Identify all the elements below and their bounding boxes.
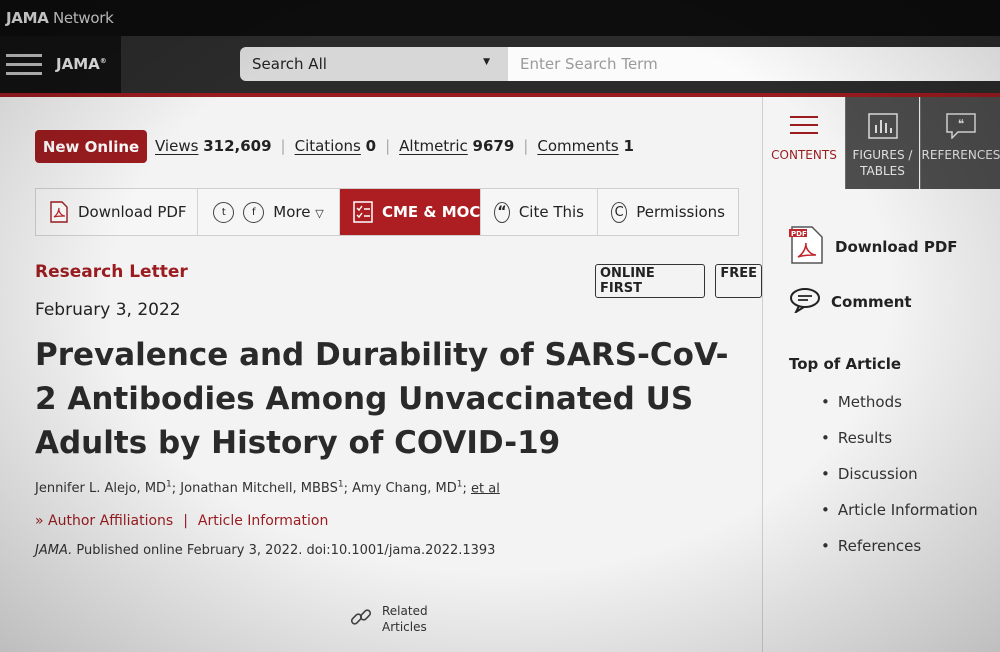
et-al-link[interactable]: et al [471,481,500,496]
quote-icon: “ [494,201,510,223]
author-link[interactable]: Jennifer L. Alejo, MD1 [35,480,172,496]
publication-date: February 3, 2022 [35,300,181,320]
toc-item-results[interactable]: Results [821,429,978,465]
search-input[interactable] [508,47,1000,81]
checklist-icon [353,201,373,223]
network-bar: JAMA Network [0,0,1000,36]
citation-line: JAMA. Published online February 3, 2022.… [35,543,496,558]
table-of-contents: Methods Results Discussion Article Infor… [821,393,978,573]
sidebar-tabs: CONTENTS FIGURES / TABLES ❝ REFERENCES [763,97,1000,189]
permissions-button[interactable]: C Permissions [598,189,738,235]
twitter-icon[interactable]: t [213,201,235,223]
article-type[interactable]: Research Letter [35,262,188,282]
related-articles-link[interactable]: Related Articles [348,603,428,635]
metric-citations[interactable]: Citations 0 [295,137,376,155]
article-sidebar: CONTENTS FIGURES / TABLES ❝ REFERENCES P… [762,97,1000,652]
new-online-badge: New Online [35,130,147,163]
author-link[interactable]: Jonathan Mitchell, MBBS1 [180,480,343,496]
facebook-icon[interactable]: f [243,201,265,223]
link-chain-icon [348,604,374,634]
access-badges: ONLINE FIRST FREE [595,264,762,298]
metric-altmetric[interactable]: Altmetric 9679 [399,137,514,155]
jama-logo[interactable]: JAMA® [56,55,107,73]
author-affiliations-link[interactable]: » Author Affiliations [35,513,173,529]
article-information-link[interactable]: Article Information [198,513,328,529]
metric-views[interactable]: Views 312,609 [155,137,272,155]
online-first-badge: ONLINE FIRST [595,264,706,298]
article-toolbar: Download PDF t f More ▽ CME & MOC “ Cite… [35,188,739,236]
site-header: JAMA® Search All ▼ [0,36,1000,93]
article-links: » Author Affiliations | Article Informatio… [35,513,329,529]
pdf-icon: PDF [789,225,825,269]
toc-item-discussion[interactable]: Discussion [821,465,978,501]
article-title: Prevalence and Durability of SARS-CoV-2 … [35,337,729,461]
dropdown-arrow-icon: ▼ [483,57,490,67]
tab-figures-tables[interactable]: FIGURES / TABLES [845,97,919,189]
tab-references[interactable]: ❝ REFERENCES [920,97,1000,189]
bar-chart-icon [846,113,919,139]
article-main: New Online Views 312,609 | Citations 0 | Alt… [0,97,762,652]
top-of-article-heading[interactable]: Top of Article [789,355,901,373]
toc-item-methods[interactable]: Methods [821,393,978,429]
toc-item-references[interactable]: References [821,537,978,573]
search-scope-select[interactable]: Search All ▼ [240,47,508,81]
hamburger-menu-icon[interactable] [6,54,42,76]
share-group: t f More ▽ [198,189,340,235]
chevron-right-icon: » [35,513,44,529]
download-pdf-button[interactable]: Download PDF [36,189,198,235]
article-metrics: Views 312,609 | Citations 0 | Altmetric 9679… [155,137,634,155]
svg-text:❝: ❝ [958,117,964,131]
author-list: Jennifer L. Alejo, MD1; Jonathan Mitchel… [35,480,500,497]
quote-bubble-icon: ❝ [921,113,1000,139]
more-share-button[interactable]: More ▽ [273,203,323,221]
sidebar-comment[interactable]: Comment [789,287,912,317]
pdf-icon [49,201,69,223]
author-link[interactable]: Amy Chang, MD1 [352,480,462,496]
jama-network-logo[interactable]: JAMA Network [6,9,114,27]
free-badge: FREE [715,264,762,298]
cme-moc-button[interactable]: CME & MOC [340,189,481,235]
toc-item-article-information[interactable]: Article Information [821,501,978,537]
sidebar-download-pdf[interactable]: PDF Download PDF [789,225,958,269]
list-icon [763,113,845,139]
svg-text:PDF: PDF [791,230,807,238]
copyright-icon: C [611,201,628,223]
cite-this-button[interactable]: “ Cite This [481,189,598,235]
metric-comments[interactable]: Comments 1 [537,137,634,155]
menu-block: JAMA® [0,36,121,93]
tab-contents[interactable]: CONTENTS [763,97,845,189]
comment-icon [789,287,821,317]
